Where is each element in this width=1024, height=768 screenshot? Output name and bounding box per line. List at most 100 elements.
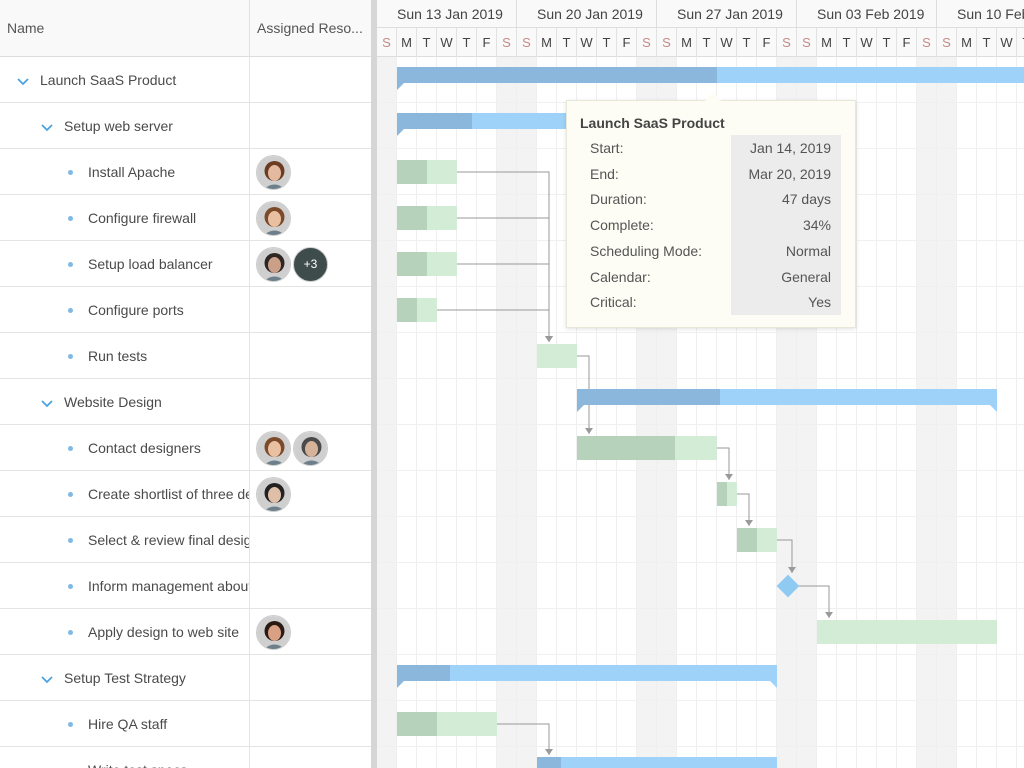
grid-row[interactable]: Inform management about decision: [0, 563, 372, 609]
bullet-icon: [68, 538, 73, 543]
summary-task-bar[interactable]: [397, 665, 777, 688]
task-name-cell[interactable]: Apply design to web site: [0, 609, 250, 655]
task-name-cell[interactable]: Launch SaaS Product: [0, 57, 250, 103]
chevron-down-icon[interactable]: [17, 74, 29, 86]
grid-row[interactable]: Configure firewall: [0, 195, 372, 241]
task-name-cell[interactable]: Configure firewall: [0, 195, 250, 241]
resources-cell[interactable]: [250, 471, 372, 517]
task-bar[interactable]: [737, 528, 777, 552]
resources-cell[interactable]: [250, 563, 372, 609]
task-name-cell[interactable]: Run tests: [0, 333, 250, 379]
grid-row[interactable]: Apply design to web site: [0, 609, 372, 655]
task-progress: [397, 252, 427, 276]
task-bar[interactable]: [577, 436, 717, 460]
avatar: [256, 155, 291, 190]
dependency-line[interactable]: [457, 171, 550, 342]
task-name-cell[interactable]: Website Design: [0, 379, 250, 425]
task-progress: [737, 528, 757, 552]
chevron-down-icon[interactable]: [41, 120, 53, 132]
day-header: T: [697, 28, 717, 57]
task-name-cell[interactable]: Select & review final design: [0, 517, 250, 563]
summary-task-bar[interactable]: [577, 389, 997, 412]
day-header: W: [717, 28, 737, 57]
task-name-cell[interactable]: Configure ports: [0, 287, 250, 333]
grid-row[interactable]: Create shortlist of three designers: [0, 471, 372, 517]
task-name-cell[interactable]: Create shortlist of three designers: [0, 471, 250, 517]
task-name: Configure firewall: [88, 210, 197, 226]
resources-cell[interactable]: [250, 655, 372, 701]
dependency-line[interactable]: [796, 585, 830, 618]
task-bar[interactable]: [397, 252, 457, 276]
task-name-cell[interactable]: Inform management about decision: [0, 563, 250, 609]
resources-cell[interactable]: [250, 517, 372, 563]
task-name-cell[interactable]: Hire QA staff: [0, 701, 250, 747]
more-resources-badge[interactable]: +3: [293, 247, 328, 282]
resources-cell[interactable]: [250, 609, 372, 655]
chevron-down-icon[interactable]: [41, 396, 53, 408]
day-header: S: [637, 28, 657, 57]
task-bar[interactable]: [717, 482, 737, 506]
resources-cell[interactable]: [250, 701, 372, 747]
resources-cell[interactable]: [250, 149, 372, 195]
task-bar[interactable]: [397, 298, 437, 322]
grid-row[interactable]: Run tests: [0, 333, 372, 379]
column-header-resources[interactable]: Assigned Reso...: [250, 0, 372, 57]
task-bar[interactable]: [537, 344, 577, 368]
summary-task-bar[interactable]: [397, 67, 1024, 90]
bullet-icon: [68, 216, 73, 221]
summary-progress: [577, 389, 720, 405]
task-grid: Name Assigned Reso... Launch SaaS Produc…: [0, 0, 372, 768]
dependency-line[interactable]: [437, 309, 550, 342]
resources-cell[interactable]: [250, 103, 372, 149]
bullet-icon: [68, 262, 73, 267]
task-bar[interactable]: [397, 206, 457, 230]
summary-task-bar[interactable]: [537, 757, 777, 768]
task-bar[interactable]: [817, 620, 997, 644]
grid-row[interactable]: Select & review final design: [0, 517, 372, 563]
day-header: S: [517, 28, 537, 57]
task-name-cell[interactable]: Install Apache: [0, 149, 250, 195]
task-name-cell[interactable]: Setup web server: [0, 103, 250, 149]
task-bar[interactable]: [397, 160, 457, 184]
bullet-icon: [68, 492, 73, 497]
task-progress: [397, 298, 417, 322]
summary-progress: [397, 113, 472, 129]
task-progress: [717, 482, 727, 506]
task-name-cell[interactable]: Write test specs: [0, 747, 250, 768]
grid-row[interactable]: Setup Test Strategy: [0, 655, 372, 701]
chevron-down-icon[interactable]: [41, 672, 53, 684]
resources-cell[interactable]: [250, 379, 372, 425]
resources-cell[interactable]: [250, 195, 372, 241]
dependency-line[interactable]: [497, 723, 550, 755]
resources-cell[interactable]: [250, 747, 372, 768]
grid-row[interactable]: Setup load balancer +3: [0, 241, 372, 287]
grid-row[interactable]: Write test specs: [0, 747, 372, 768]
dependency-line[interactable]: [457, 217, 550, 342]
resources-cell[interactable]: [250, 57, 372, 103]
tooltip-field: Start: Jan 14, 2019: [590, 135, 841, 161]
resources-cell[interactable]: [250, 333, 372, 379]
grid-row[interactable]: Launch SaaS Product: [0, 57, 372, 103]
tooltip-field-value: General: [731, 263, 841, 290]
resources-cell[interactable]: [250, 287, 372, 333]
chevron-down-icon[interactable]: [65, 764, 77, 768]
task-name: Run tests: [88, 348, 148, 364]
dependency-line[interactable]: [457, 263, 550, 342]
grid-row[interactable]: Configure ports: [0, 287, 372, 333]
day-header: F: [617, 28, 637, 57]
day-header: S: [937, 28, 957, 57]
task-name-cell[interactable]: Contact designers: [0, 425, 250, 471]
task-name-cell[interactable]: Setup Test Strategy: [0, 655, 250, 701]
column-header-name[interactable]: Name: [0, 0, 250, 57]
grid-row[interactable]: Install Apache: [0, 149, 372, 195]
task-bar[interactable]: [397, 712, 497, 736]
grid-row[interactable]: Website Design: [0, 379, 372, 425]
grid-row[interactable]: Hire QA staff: [0, 701, 372, 747]
task-name-cell[interactable]: Setup load balancer: [0, 241, 250, 287]
grid-row[interactable]: Contact designers: [0, 425, 372, 471]
grid-row[interactable]: Setup web server: [0, 103, 372, 149]
day-header: W: [437, 28, 457, 57]
resources-cell[interactable]: +3: [250, 241, 372, 287]
resources-cell[interactable]: [250, 425, 372, 471]
tooltip-field: Calendar: General: [590, 263, 841, 290]
